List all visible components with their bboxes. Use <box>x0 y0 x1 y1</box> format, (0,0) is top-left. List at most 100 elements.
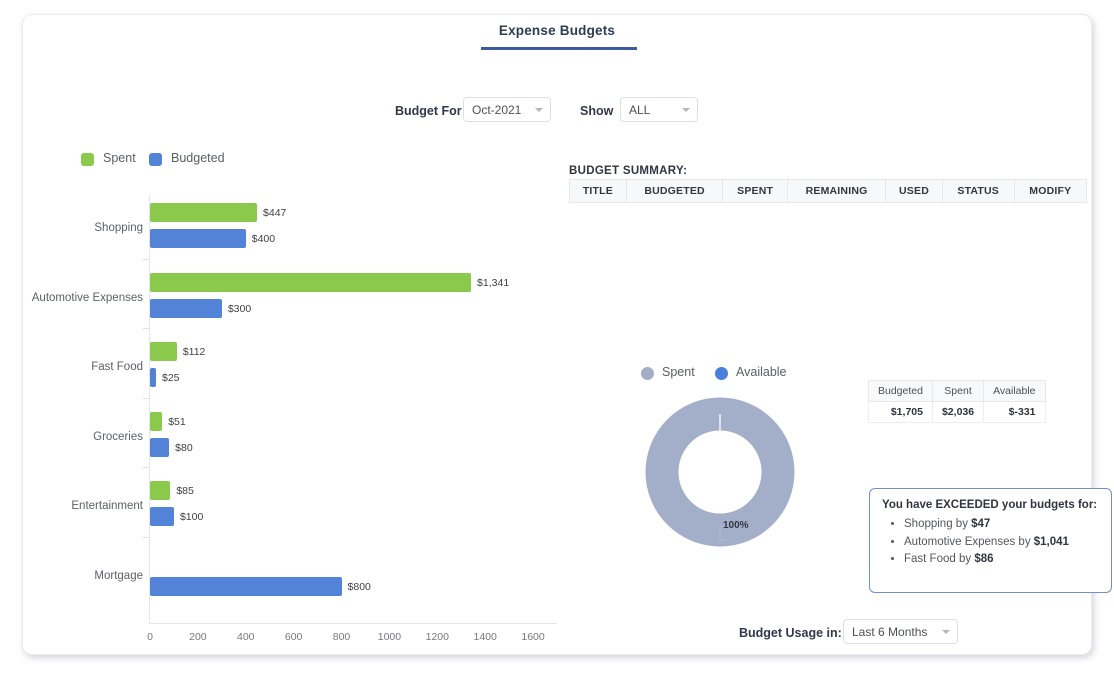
chart-bar[interactable] <box>150 229 246 248</box>
budget-totals-table: BudgetedSpentAvailable $1,705$2,036$-331 <box>868 380 1046 423</box>
alert-item-text: Shopping by <box>904 518 971 530</box>
legend-label-budgeted: Budgeted <box>171 151 225 165</box>
chart-x-tick-label: 800 <box>333 631 351 643</box>
donut-legend-label-available: Available <box>736 365 787 379</box>
expense-budgets-card: Expense Budgets Budget For Oct-2021 Show… <box>22 14 1092 655</box>
chart-category-label: Entertainment <box>23 500 143 512</box>
table-column-header: SPENT <box>723 180 787 203</box>
donut-value-label: 100% <box>723 520 749 531</box>
chart-x-tick-label: 1400 <box>473 631 496 643</box>
alert-list-item: Shopping by $47 <box>904 516 1101 534</box>
show-select[interactable]: ALL <box>620 97 698 122</box>
filter-bar: Budget For Oct-2021 Show ALL <box>23 93 1091 129</box>
table-column-header: STATUS <box>942 180 1014 203</box>
legend-swatch-budgeted <box>149 153 162 166</box>
chart-bar-value-label: $80 <box>175 442 193 454</box>
budget-usage-label: Budget Usage in: <box>739 626 842 640</box>
chart-bar[interactable] <box>150 299 222 318</box>
chart-bar[interactable] <box>150 412 162 431</box>
budget-for-value: Oct-2021 <box>472 103 521 117</box>
totals-value-cell: $1,705 <box>869 402 933 423</box>
chart-x-tick-label: 1000 <box>378 631 401 643</box>
alert-item-amount: $47 <box>971 518 990 530</box>
exceeded-budgets-alert: You have EXCEEDED your budgets for: Shop… <box>869 488 1112 593</box>
expense-bar-chart: Shopping $447 $400 Automotive Expenses $1,34… <box>23 191 583 643</box>
chart-bar[interactable] <box>150 342 177 361</box>
alert-item-amount: $1,041 <box>1034 536 1069 548</box>
alert-item-text: Automotive Expenses by <box>904 536 1034 548</box>
chart-category-label: Mortgage <box>23 570 143 582</box>
budget-summary-heading: BUDGET SUMMARY: <box>569 165 687 177</box>
chart-bar-value-label: $25 <box>162 372 180 384</box>
legend-label-spent: Spent <box>103 151 136 165</box>
donut-svg <box>645 397 795 547</box>
chart-category-label: Fast Food <box>23 361 143 373</box>
alert-item-text: Fast Food by <box>904 553 974 565</box>
spent-available-donut-chart <box>645 397 795 547</box>
totals-value-cell: $-331 <box>984 402 1045 423</box>
chart-bar[interactable] <box>150 203 257 222</box>
title-underline <box>481 47 637 50</box>
chart-bar-value-label: $400 <box>252 233 275 245</box>
chart-bar-value-label: $1,341 <box>477 277 509 289</box>
alert-heading: You have EXCEEDED your budgets for: <box>882 499 1101 511</box>
chart-group-tick <box>143 537 149 538</box>
table-header-row: TITLEBUDGETEDSPENTREMAININGUSEDSTATUSMOD… <box>570 180 1087 203</box>
chart-category-label: Groceries <box>23 431 143 443</box>
chart-group-tick <box>143 259 149 260</box>
chart-bar-value-label: $51 <box>168 416 186 428</box>
alert-item-amount: $86 <box>974 553 993 565</box>
chart-bar[interactable] <box>150 507 174 526</box>
chart-category-label: Shopping <box>23 222 143 234</box>
show-value: ALL <box>629 103 650 117</box>
show-label: Show <box>580 104 613 118</box>
chart-bar[interactable] <box>150 481 170 500</box>
budget-for-select[interactable]: Oct-2021 <box>463 97 551 122</box>
chart-bar[interactable] <box>150 577 342 596</box>
totals-header-row: BudgetedSpentAvailable <box>869 381 1046 402</box>
chart-group-tick <box>143 328 149 329</box>
chart-x-tick-label: 400 <box>237 631 255 643</box>
chart-bar[interactable] <box>150 438 169 457</box>
budget-summary-table: TITLEBUDGETEDSPENTREMAININGUSEDSTATUSMOD… <box>569 179 1087 203</box>
chart-group-tick <box>143 398 149 399</box>
page-title: Expense Budgets <box>23 23 1091 38</box>
chart-bar-value-label: $800 <box>348 581 371 593</box>
totals-value-row: $1,705$2,036$-331 <box>869 402 1046 423</box>
chart-bar-value-label: $112 <box>183 346 206 358</box>
donut-legend-label-spent: Spent <box>662 365 695 379</box>
table-column-header: USED <box>886 180 943 203</box>
table-column-header: REMAINING <box>787 180 885 203</box>
chevron-down-icon <box>942 630 950 634</box>
chevron-down-icon <box>535 108 543 112</box>
chevron-down-icon <box>682 108 690 112</box>
chart-bar-value-label: $100 <box>180 511 203 523</box>
totals-column-header: Budgeted <box>869 381 933 402</box>
totals-value-cell: $2,036 <box>932 402 983 423</box>
chart-x-tick-label: 0 <box>147 631 153 643</box>
legend-swatch-spent <box>81 153 94 166</box>
chart-x-axis <box>149 623 557 624</box>
totals-column-header: Available <box>984 381 1045 402</box>
chart-bar-value-label: $300 <box>228 303 251 315</box>
chart-x-tick-label: 1200 <box>426 631 449 643</box>
budget-usage-value: Last 6 Months <box>852 625 927 639</box>
chart-x-tick-label: 1600 <box>521 631 544 643</box>
donut-legend-swatch-spent <box>641 367 654 380</box>
chart-category-label: Automotive Expenses <box>23 292 143 304</box>
table-column-header: MODIFY <box>1014 180 1086 203</box>
table-column-header: BUDGETED <box>626 180 723 203</box>
chart-group-tick <box>143 467 149 468</box>
alert-list-item: Automotive Expenses by $1,041 <box>904 534 1101 552</box>
table-column-header: TITLE <box>570 180 627 203</box>
budget-usage-select[interactable]: Last 6 Months <box>843 619 958 644</box>
chart-x-tick-label: 600 <box>285 631 303 643</box>
chart-bar[interactable] <box>150 368 156 387</box>
alert-list-item: Fast Food by $86 <box>904 551 1101 569</box>
donut-legend-swatch-available <box>715 367 728 380</box>
chart-x-tick-label: 200 <box>189 631 207 643</box>
chart-bar-value-label: $447 <box>263 207 286 219</box>
totals-column-header: Spent <box>932 381 983 402</box>
chart-bar[interactable] <box>150 273 471 292</box>
chart-y-axis <box>149 195 150 623</box>
